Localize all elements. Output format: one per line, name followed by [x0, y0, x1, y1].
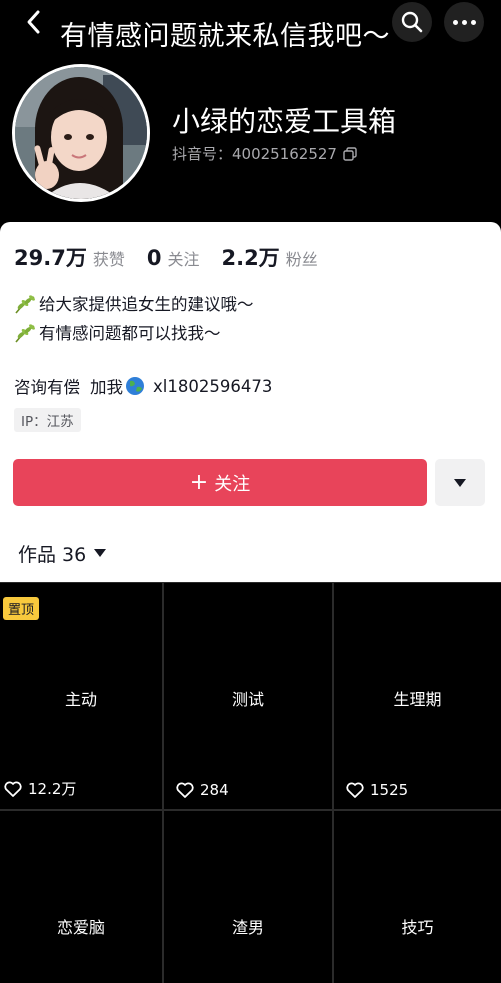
globe-icon [125, 376, 145, 396]
video-tile[interactable]: 生理期 1525 [334, 583, 501, 809]
recommend-dropdown-button[interactable] [435, 459, 485, 506]
heart-icon [176, 782, 194, 798]
video-title: 技巧 [401, 918, 434, 937]
caret-down-icon [454, 478, 466, 487]
likes-count-text: 1525 [370, 781, 409, 799]
heart-icon [4, 780, 22, 797]
profile-header: 有情感问题就来私信我吧～ 小绿的恋爱工具箱 抖音号：40025162527 [0, 0, 501, 222]
copy-icon[interactable] [343, 146, 357, 161]
search-icon [401, 11, 423, 33]
video-grid: 置顶 主动 12.2万 测试 284 生理期 1525 恋爱脑 渣男 技巧 [0, 582, 501, 983]
likes-label[interactable]: 获赞 [93, 246, 125, 270]
bio-line: 有情感问题都可以找我～ [14, 319, 254, 348]
follow-button[interactable]: + 关注 [13, 459, 427, 506]
following-count[interactable]: 0 [147, 246, 162, 270]
follow-label: 关注 [214, 473, 251, 495]
video-tile[interactable]: 置顶 主动 12.2万 [0, 583, 162, 809]
likes-count-text: 12.2万 [28, 780, 77, 798]
more-button[interactable] [444, 2, 484, 42]
works-tab-label: 作品 36 [18, 544, 87, 566]
contact-line: 咨询有偿 加我 xl1802596473 [14, 374, 272, 398]
plus-icon: + [189, 469, 209, 495]
likes-count-text: 284 [200, 781, 229, 799]
video-likes: 12.2万 [4, 778, 76, 799]
video-title: 生理期 [393, 690, 442, 709]
bio-text: 给大家提供追女生的建议哦～ [39, 295, 254, 314]
contact-text: 加我 [90, 378, 123, 397]
leaf-icon [14, 323, 36, 344]
followers-count[interactable]: 2.2万 [221, 242, 279, 272]
video-tile[interactable]: 恋爱脑 [0, 811, 162, 983]
bio: 给大家提供追女生的建议哦～ 有情感问题都可以找我～ [14, 290, 254, 348]
ip-location-tag: IP：江苏 [14, 408, 81, 432]
video-tile[interactable]: 渣男 [164, 811, 332, 983]
back-button[interactable] [14, 4, 54, 40]
bio-text: 有情感问题都可以找我～ [39, 324, 221, 343]
video-tile[interactable]: 技巧 [334, 811, 501, 983]
contact-handle: xl1802596473 [153, 376, 273, 396]
video-tile[interactable]: 测试 284 [164, 583, 332, 809]
profile-card: 29.7万 获赞 0 关注 2.2万 粉丝 给大家提供追女生的建议哦～ 有情感问… [0, 222, 501, 582]
video-likes: 284 [176, 781, 229, 799]
likes-count[interactable]: 29.7万 [14, 242, 87, 272]
leaf-icon [14, 294, 36, 315]
search-button[interactable] [392, 2, 432, 42]
douyin-id[interactable]: 抖音号：40025162527 [172, 143, 357, 164]
more-horizontal-icon [451, 19, 478, 25]
nickname: 小绿的恋爱工具箱 [172, 105, 397, 138]
following-label[interactable]: 关注 [167, 246, 199, 270]
video-title: 主动 [64, 690, 97, 709]
douyin-id-text: 抖音号：40025162527 [172, 145, 337, 163]
tab-works[interactable]: 作品 36 [18, 540, 107, 567]
followers-label[interactable]: 粉丝 [286, 246, 318, 270]
stats-row: 29.7万 获赞 0 关注 2.2万 粉丝 [14, 242, 340, 272]
avatar[interactable] [12, 64, 150, 202]
video-title: 测试 [231, 690, 264, 709]
video-title: 渣男 [231, 918, 264, 937]
pinned-badge: 置顶 [3, 597, 40, 620]
bio-line: 给大家提供追女生的建议哦～ [14, 290, 254, 319]
video-title: 恋爱脑 [56, 918, 105, 937]
banner-text: 有情感问题就来私信我吧～ [60, 21, 390, 52]
caret-down-icon [94, 549, 107, 558]
heart-icon [346, 782, 364, 798]
video-likes: 1525 [346, 781, 408, 799]
chevron-left-icon [27, 10, 40, 34]
contact-text: 咨询有偿 [14, 378, 80, 397]
